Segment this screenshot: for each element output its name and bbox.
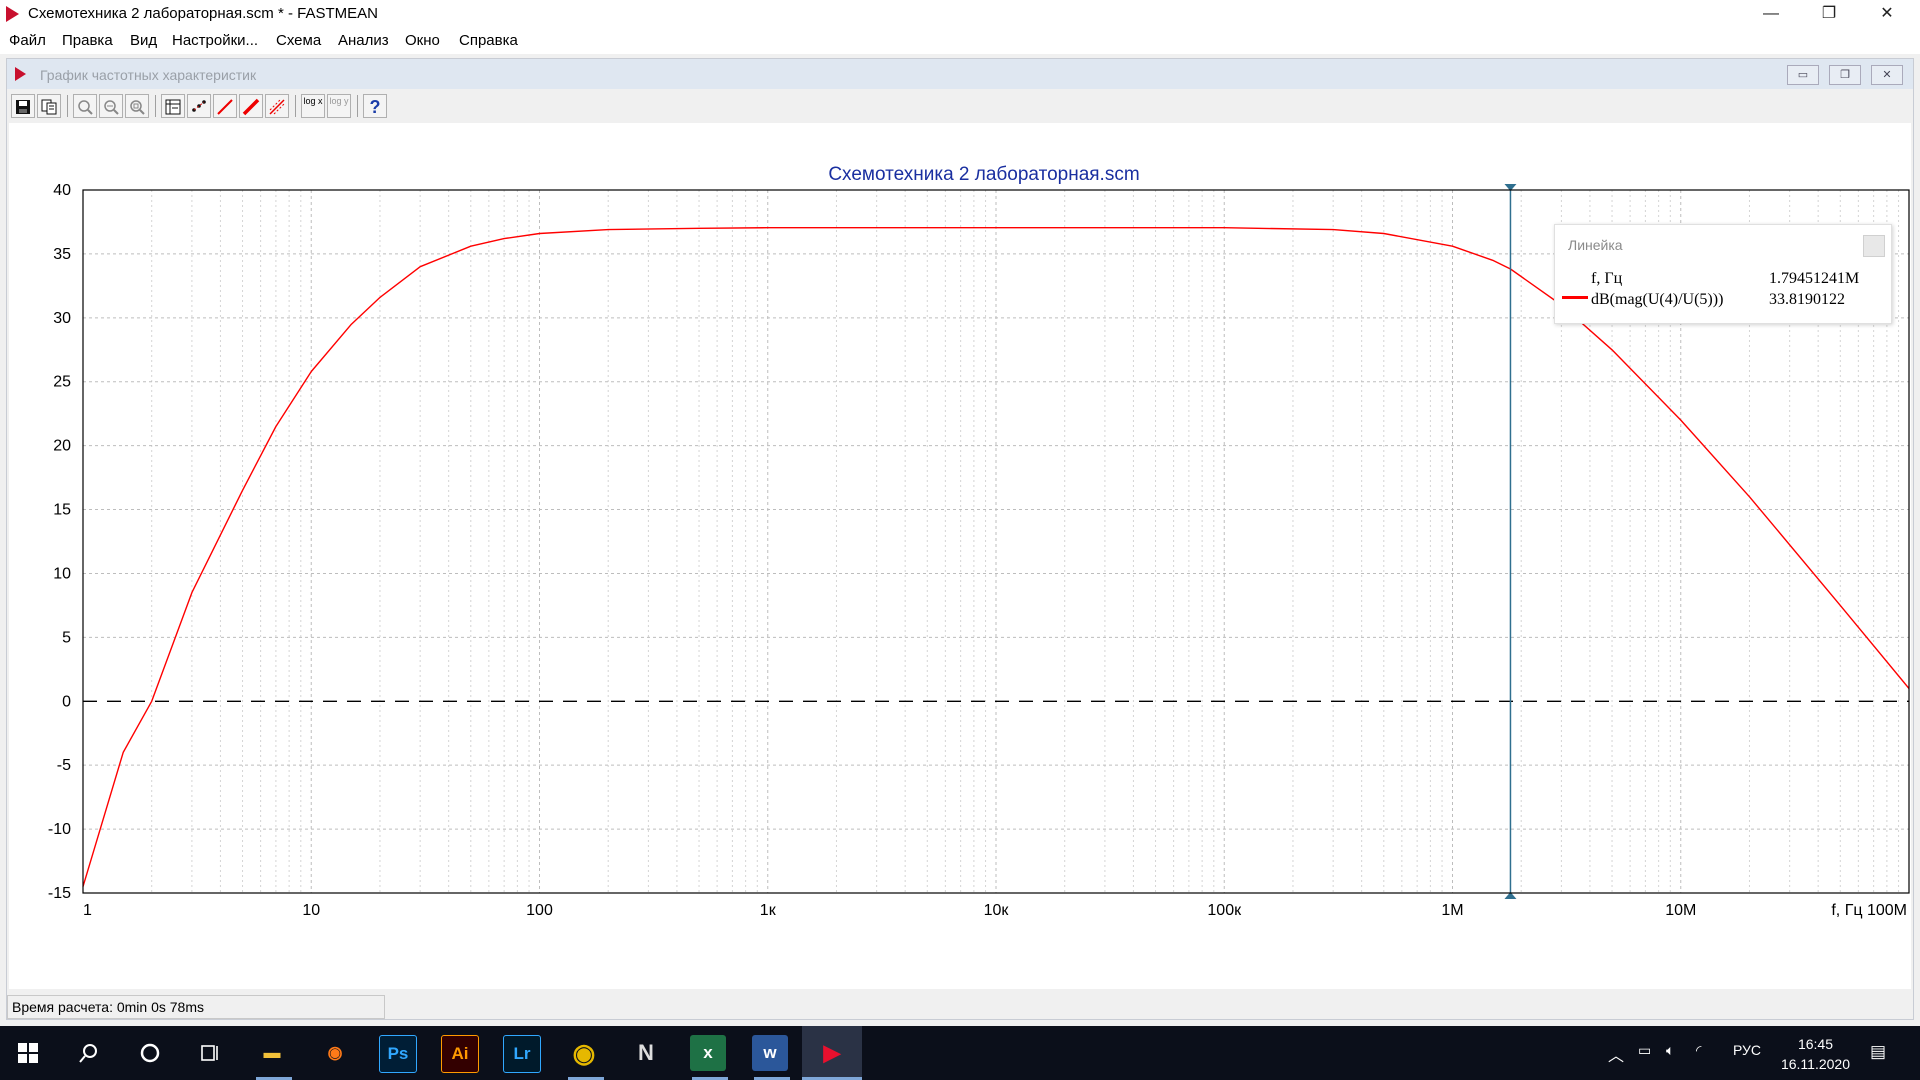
illustrator-icon[interactable]: Ai [441,1035,479,1073]
subwindow-minimize-button[interactable]: ▭ [1787,65,1819,85]
readout-title: Линейка [1568,237,1623,253]
menu-view[interactable]: Вид [130,32,157,49]
log-y-button[interactable]: log y [327,94,351,118]
menu-schema[interactable]: Схема [276,32,321,49]
taskbar: ▬ ◉ Ps Ai Lr ◉ N x w ▶ ︿ ▭ 🔈︎ ◜ РУС 16:4… [0,1026,1920,1080]
cortana-icon[interactable] [132,1035,168,1071]
menu-help[interactable]: Справка [459,32,518,49]
task-view-icon[interactable] [192,1035,228,1071]
toolbar-separator [155,95,156,117]
y-tick-label: 5 [62,629,71,646]
menu-settings[interactable]: Настройки... [172,32,258,49]
copy-icon[interactable] [37,94,61,118]
markers-icon[interactable] [187,94,211,118]
photoshop-icon[interactable]: Ps [379,1035,417,1073]
zoom-out-icon[interactable] [99,94,123,118]
clock[interactable]: 16:45 16.11.2020 [1781,1034,1850,1074]
line-tool-icon[interactable] [213,94,237,118]
lightroom-icon[interactable]: Lr [503,1035,541,1073]
x-tick-label: 100к [1207,902,1242,919]
y-tick-label: 10 [53,565,71,582]
chrome-icon[interactable]: ◉ [566,1035,602,1071]
plot-toolbar: log x log y ? [7,91,1913,121]
hatch-icon[interactable] [265,94,289,118]
subwindow-title-bar: График частотных характеристик ▭ ❐ ✕ [7,59,1913,89]
status-bar: Время расчета: 0min 0s 78ms [7,995,385,1019]
help-button[interactable]: ? [363,94,387,118]
network-icon[interactable]: ◜ [1696,1042,1701,1059]
file-explorer-icon[interactable]: ▬ [254,1035,290,1071]
calculation-time: Время расчета: 0min 0s 78ms [12,999,205,1015]
windows-start-icon[interactable] [10,1035,46,1071]
search-icon[interactable] [71,1035,107,1071]
word-icon[interactable]: w [752,1035,788,1071]
readout-series-label: dB(mag(U(4)/U(5))) [1591,291,1724,308]
clock-date: 16.11.2020 [1780,1056,1850,1072]
title-bar: Схемотехника 2 лабораторная.scm * - FAST… [0,0,1920,28]
zoom-fit-icon[interactable] [125,94,149,118]
y-tick-label: 0 [62,693,71,710]
log-x-button[interactable]: log x [301,94,325,118]
readout-close-button[interactable] [1863,235,1885,257]
readout-series-value: 33.8190122 [1769,291,1845,308]
cursor-readout-panel[interactable]: Линейка f, Гц 1.79451241M dB(mag(U(4)/U(… [1554,224,1892,324]
y-tick-label: -5 [57,757,71,774]
readout-frequency-label: f, Гц [1591,270,1623,287]
thick-line-icon[interactable] [239,94,263,118]
x-tick-label: f, Гц 100M [1831,902,1907,919]
chart-title: Схемотехника 2 лабораторная.scm [828,164,1139,185]
minimize-button[interactable]: — [1742,0,1800,28]
battery-icon[interactable]: ▭ [1638,1042,1651,1059]
x-tick-label: 1 [83,902,92,919]
toolbar-separator [357,95,358,117]
menu-analysis[interactable]: Анализ [338,32,389,49]
volume-icon[interactable]: 🔈︎ [1666,1042,1674,1059]
menu-file[interactable]: Файл [9,32,46,49]
clock-time: 16:45 [1797,1036,1833,1052]
y-tick-label: 35 [53,246,71,263]
x-tick-label: 100 [526,902,553,919]
notion-icon[interactable]: N [628,1035,664,1071]
y-tick-label: 40 [53,182,71,199]
x-tick-label: 1М [1441,902,1463,919]
y-tick-label: 20 [53,438,71,455]
language-indicator[interactable]: РУС [1733,1042,1761,1058]
x-tick-label: 10 [302,902,320,919]
x-tick-label: 10к [984,902,1010,919]
series-color-swatch [1562,296,1588,299]
subwindow-title: График частотных характеристик [40,67,257,83]
fastmean-small-icon [15,67,26,81]
readout-frequency-value: 1.79451241M [1769,270,1860,287]
close-button[interactable]: ✕ [1858,0,1916,28]
y-tick-label: 15 [53,502,71,519]
save-icon[interactable] [11,94,35,118]
x-tick-label: 1к [760,902,777,919]
menu-window[interactable]: Окно [405,32,440,49]
subwindow-close-button[interactable]: ✕ [1871,65,1903,85]
x-tick-label: 10М [1665,902,1696,919]
menu-edit[interactable]: Правка [62,32,113,49]
plot-area[interactable]: 1 10 100 1к 10к 100к 1М 10М f, Гц 100M 40 35 30 25 20… [9,123,1911,989]
toolbar-separator [295,95,296,117]
y-tick-label: 30 [53,310,71,327]
zoom-in-icon[interactable] [73,94,97,118]
frequency-plot-window: График частотных характеристик ▭ ❐ ✕ log… [6,58,1914,1020]
y-tick-label: -10 [48,821,71,838]
maximize-button[interactable]: ❐ [1800,0,1858,28]
excel-icon[interactable]: x [690,1035,726,1071]
table-icon[interactable] [161,94,185,118]
y-tick-label: 25 [53,374,71,391]
fastmean-logo-icon [6,6,19,22]
fastmean-taskbar-icon[interactable]: ▶ [814,1035,850,1071]
y-tick-label: -15 [48,885,71,902]
notifications-icon[interactable]: ▤ [1870,1042,1886,1062]
window-title: Схемотехника 2 лабораторная.scm * - FAST… [28,5,378,22]
tray-chevron-icon[interactable]: ︿ [1608,1042,1624,1066]
menu-bar: Файл Правка Вид Настройки... Схема Анали… [0,28,1920,54]
browser-app-icon[interactable]: ◉ [317,1035,353,1071]
subwindow-restore-button[interactable]: ❐ [1829,65,1861,85]
toolbar-separator [67,95,68,117]
